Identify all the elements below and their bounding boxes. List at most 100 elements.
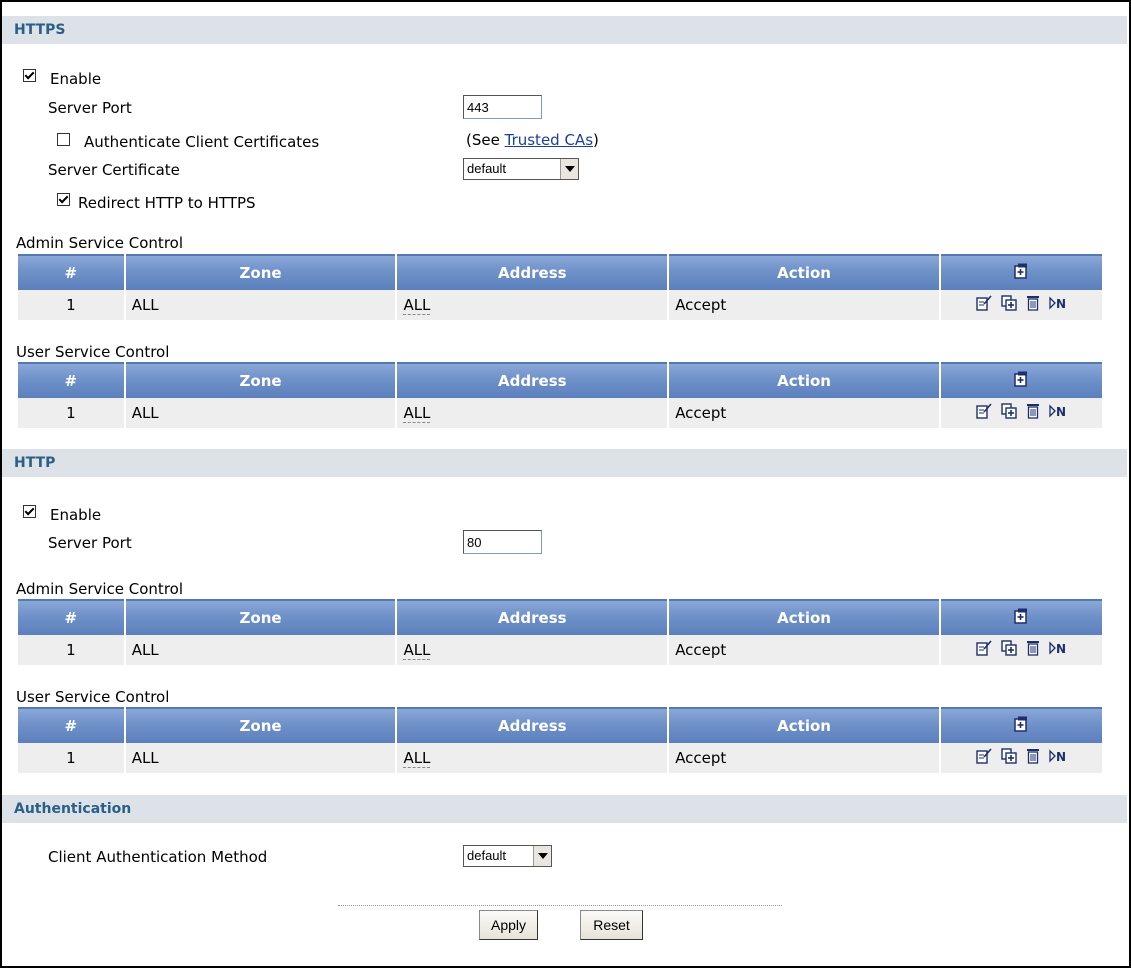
row-address-value: ALL: [403, 641, 431, 660]
row-num: 1: [18, 635, 124, 665]
chevron-down-icon: [560, 159, 578, 179]
svg-text:N: N: [1056, 297, 1066, 310]
delete-icon[interactable]: [1026, 640, 1040, 660]
col-zone: Zone: [125, 362, 396, 398]
row-zone: ALL: [125, 743, 396, 773]
auth-client-cert-label: Authenticate Client Certificates: [84, 133, 320, 151]
col-num: #: [18, 599, 124, 635]
row-address: ALL: [397, 635, 668, 665]
row-address-value: ALL: [403, 296, 431, 315]
http-enable-label: Enable: [50, 506, 102, 524]
add-icon[interactable]: [1014, 608, 1028, 628]
edit-icon[interactable]: [976, 295, 992, 315]
row-address: ALL: [397, 398, 668, 428]
client-auth-method-select[interactable]: default: [463, 845, 552, 867]
insert-icon[interactable]: [1001, 640, 1017, 660]
row-num: 1: [18, 743, 124, 773]
reset-button[interactable]: Reset: [580, 910, 643, 940]
col-add: [940, 707, 1102, 743]
https-user-service-label: User Service Control: [16, 343, 170, 361]
row-action: Accept: [669, 743, 939, 773]
col-action: Action: [669, 707, 939, 743]
https-section-title: HTTPS: [2, 16, 1127, 44]
https-enable-checkbox[interactable]: [23, 69, 36, 82]
row-zone: ALL: [125, 398, 396, 428]
col-address: Address: [397, 707, 668, 743]
see-suffix: ): [593, 131, 599, 149]
see-trusted-cas-text: (See Trusted CAs): [466, 131, 599, 149]
add-icon[interactable]: [1014, 716, 1028, 736]
row-action: Accept: [669, 398, 939, 428]
authentication-section-title: Authentication: [2, 795, 1127, 823]
delete-icon[interactable]: [1026, 403, 1040, 423]
client-auth-method-label: Client Authentication Method: [48, 848, 268, 866]
add-icon[interactable]: [1014, 371, 1028, 391]
row-actions: N: [940, 290, 1102, 320]
table-row: 1 ALL ALL Accept N: [18, 290, 1102, 320]
server-cert-label: Server Certificate: [48, 161, 180, 179]
delete-icon[interactable]: [1026, 748, 1040, 768]
row-actions: N: [940, 398, 1102, 428]
redirect-https-checkbox[interactable]: [57, 193, 70, 206]
col-add: [940, 254, 1102, 290]
row-num: 1: [18, 398, 124, 428]
col-address: Address: [397, 599, 668, 635]
insert-icon[interactable]: [1001, 748, 1017, 768]
row-actions: N: [940, 635, 1102, 665]
https-admin-service-table: # Zone Address Action 1 ALL ALL Accept N: [16, 254, 1104, 320]
client-auth-method-value: default: [467, 848, 507, 863]
edit-icon[interactable]: [976, 748, 992, 768]
row-address-value: ALL: [403, 749, 431, 768]
col-num: #: [18, 362, 124, 398]
http-server-port-input[interactable]: 80: [463, 530, 542, 554]
edit-icon[interactable]: [976, 403, 992, 423]
auth-client-cert-checkbox[interactable]: [57, 133, 70, 146]
col-add: [940, 362, 1102, 398]
table-row: 1 ALL ALL Accept N: [18, 398, 1102, 428]
svg-text:N: N: [1056, 750, 1066, 763]
move-icon[interactable]: N: [1048, 749, 1067, 767]
insert-icon[interactable]: [1001, 295, 1017, 315]
see-prefix: (See: [466, 131, 505, 149]
col-zone: Zone: [125, 599, 396, 635]
col-action: Action: [669, 362, 939, 398]
row-actions: N: [940, 743, 1102, 773]
table-row: 1 ALL ALL Accept N: [18, 743, 1102, 773]
col-address: Address: [397, 254, 668, 290]
http-section-title: HTTP: [2, 449, 1127, 477]
apply-button[interactable]: Apply: [479, 910, 538, 940]
http-admin-service-table: # Zone Address Action 1 ALL ALL Accept N: [16, 599, 1104, 665]
server-cert-value: default: [467, 161, 507, 176]
table-row: 1 ALL ALL Accept N: [18, 635, 1102, 665]
http-enable-checkbox[interactable]: [23, 505, 36, 518]
svg-text:N: N: [1056, 405, 1066, 418]
insert-icon[interactable]: [1001, 403, 1017, 423]
add-icon[interactable]: [1014, 263, 1028, 283]
row-address: ALL: [397, 290, 668, 320]
col-address: Address: [397, 362, 668, 398]
row-action: Accept: [669, 290, 939, 320]
https-server-port-label: Server Port: [48, 99, 132, 117]
https-server-port-input[interactable]: 443: [463, 95, 542, 119]
move-icon[interactable]: N: [1048, 641, 1067, 659]
edit-icon[interactable]: [976, 640, 992, 660]
row-num: 1: [18, 290, 124, 320]
row-address: ALL: [397, 743, 668, 773]
http-server-port-label: Server Port: [48, 534, 132, 552]
server-cert-select[interactable]: default: [463, 158, 579, 180]
row-action: Accept: [669, 635, 939, 665]
col-num: #: [18, 707, 124, 743]
row-zone: ALL: [125, 290, 396, 320]
https-admin-service-label: Admin Service Control: [16, 234, 183, 252]
trusted-cas-link[interactable]: Trusted CAs: [505, 131, 593, 149]
move-icon[interactable]: N: [1048, 296, 1067, 314]
http-user-service-label: User Service Control: [16, 688, 170, 706]
col-action: Action: [669, 254, 939, 290]
row-address-value: ALL: [403, 404, 431, 423]
row-zone: ALL: [125, 635, 396, 665]
redirect-https-label: Redirect HTTP to HTTPS: [78, 194, 256, 212]
https-enable-label: Enable: [50, 70, 102, 88]
col-zone: Zone: [125, 707, 396, 743]
move-icon[interactable]: N: [1048, 404, 1067, 422]
delete-icon[interactable]: [1026, 295, 1040, 315]
